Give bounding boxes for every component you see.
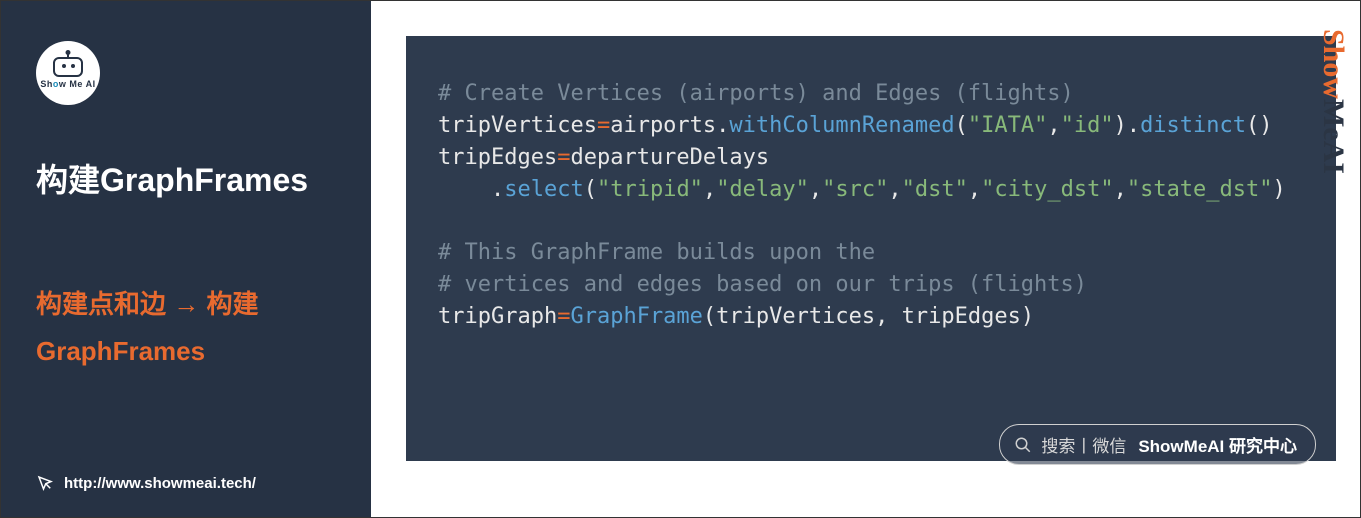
search-icon [1014,436,1032,454]
code-token: airports [610,113,716,138]
cursor-icon [36,474,54,492]
code-token: () [1246,113,1273,138]
code-token: "delay" [716,177,809,202]
code-token: departureDelays [570,145,769,170]
code-token: , [888,177,901,202]
slide-container: Show Me AI 构建GraphFrames 构建点和边 → 构建 Grap… [0,0,1361,518]
logo: Show Me AI [36,41,100,105]
code-token: ( [703,304,716,329]
code-token: ). [1114,113,1141,138]
code-block: # Create Vertices (airports) and Edges (… [406,36,1336,461]
code-token: = [557,145,570,170]
code-token: tripEdges [438,145,557,170]
code-token: "city_dst" [981,177,1113,202]
code-token: , [875,304,902,329]
sidebar-subtitle: 构建点和边 → 构建 GraphFrames [36,281,336,375]
code-token: GraphFrame [570,304,702,329]
code-token: , [809,177,822,202]
sidebar: Show Me AI 构建GraphFrames 构建点和边 → 构建 Grap… [1,1,371,517]
code-token: # Create Vertices (airports) and Edges (… [438,81,1074,106]
logo-text: Show Me AI [40,79,95,89]
footer: http://www.showmeai.tech/ [36,474,256,492]
main-content: # Create Vertices (airports) and Edges (… [371,1,1360,517]
code-token: tripEdges [902,304,1021,329]
code-token: # vertices and edges based on our trips … [438,272,1087,297]
code-token: "dst" [902,177,968,202]
robot-icon [53,57,83,77]
code-token: , [703,177,716,202]
code-token: "tripid" [597,177,703,202]
footer-url[interactable]: http://www.showmeai.tech/ [64,475,256,492]
subtitle-line-1: 构建点和边 → 构建 [36,281,336,328]
code-token: ) [1021,304,1034,329]
code-token: ( [955,113,968,138]
code-token: "state_dst" [1127,177,1273,202]
code-token: tripVertices [716,304,875,329]
search-box: 搜索丨微信 ShowMeAI 研究中心 [999,424,1316,465]
code-token: tripGraph [438,304,557,329]
code-token: . [716,113,729,138]
code-token: = [597,113,610,138]
code-token: distinct [1140,113,1246,138]
code-token: "src" [822,177,888,202]
code-token: . [491,177,504,202]
code-token: , [1114,177,1127,202]
code-token: "IATA" [968,113,1047,138]
code-token: , [1047,113,1060,138]
subtitle-line-2: GraphFrames [36,328,336,375]
code-token: tripVertices [438,113,597,138]
sidebar-title: 构建GraphFrames [36,155,336,201]
code-token: select [504,177,583,202]
code-token: withColumnRenamed [729,113,954,138]
code-token: ) [1273,177,1286,202]
code-token [438,177,491,202]
code-token: ( [584,177,597,202]
search-bold: ShowMeAI 研究中心 [1138,432,1297,457]
code-token: = [557,304,570,329]
code-token: "id" [1061,113,1114,138]
code-token: , [968,177,981,202]
search-prefix: 搜索丨微信 [1041,432,1126,457]
code-token: # This GraphFrame builds upon the [438,240,875,265]
